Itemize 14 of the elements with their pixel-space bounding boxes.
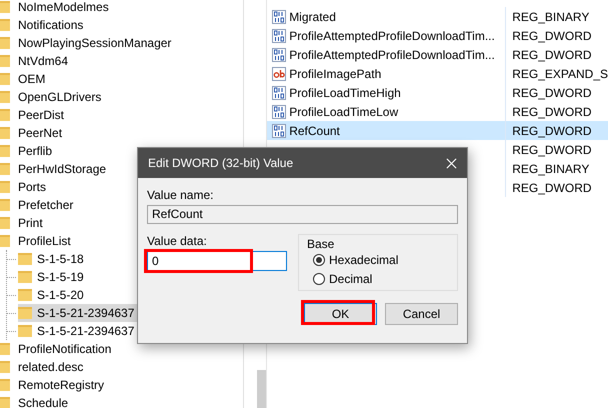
value-type: REG_DWORD xyxy=(511,48,592,62)
value-type: REG_BINARY xyxy=(511,10,590,24)
value-type: REG_DWORD xyxy=(511,180,592,194)
value-type: REG_DWORD xyxy=(511,86,592,100)
value-type: REG_DWORD xyxy=(511,124,592,138)
value-type: REG_EXPAND_S xyxy=(511,66,608,80)
field-label: Value data: xyxy=(147,234,208,248)
value-type: REG_DWORD xyxy=(511,142,592,156)
value-type: REG_DWORD xyxy=(511,28,592,42)
group-label: Base xyxy=(307,237,336,251)
field-label: Value name: xyxy=(147,188,214,202)
value-type: REG_DWORD xyxy=(511,104,592,118)
value-type: REG_BINARY xyxy=(511,162,590,176)
dialog-title: Edit DWORD (32-bit) Value xyxy=(148,156,294,170)
